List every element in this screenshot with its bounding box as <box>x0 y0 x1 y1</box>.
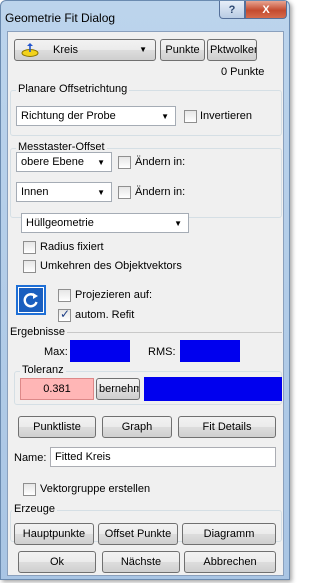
diagram-button[interactable]: Diagramm <box>182 523 276 545</box>
feature-type-value: Kreis <box>53 44 79 56</box>
rms-value-box <box>180 340 240 362</box>
change-2-checkbox[interactable] <box>118 186 131 199</box>
radius-fixed-checkbox[interactable] <box>23 241 36 254</box>
refit-button[interactable] <box>16 285 46 315</box>
reverse-vector-checkbox[interactable] <box>23 260 36 273</box>
invert-label: Invertieren <box>200 110 252 122</box>
auto-refit-label: autom. Refit <box>75 309 135 321</box>
feature-type-combo[interactable]: Kreis ▼ <box>14 39 156 61</box>
change-1-label: Ändern in: <box>135 156 186 168</box>
next-button[interactable]: Nächste <box>102 551 180 573</box>
rms-label: RMS: <box>148 346 176 358</box>
create-group-title: Erzeuge <box>12 503 57 515</box>
title-bar[interactable]: Geometrie Fit Dialog ? X <box>1 1 289 31</box>
probe-offset-combo-2[interactable]: Innen ▼ <box>16 182 112 202</box>
circle-feature-icon <box>21 43 39 57</box>
close-button[interactable]: X <box>245 1 287 19</box>
chevron-down-icon: ▼ <box>97 188 105 197</box>
max-label: Max: <box>44 346 68 358</box>
window-title: Geometrie Fit Dialog <box>5 11 116 25</box>
chevron-down-icon: ▼ <box>161 112 169 121</box>
change-1-checkbox[interactable] <box>118 156 131 169</box>
tolerance-input[interactable]: 0.381 <box>20 378 94 400</box>
hull-geometry-combo[interactable]: Hüllgeometrie ▼ <box>21 213 189 233</box>
vector-group-label: Vektorgruppe erstellen <box>40 483 151 495</box>
reverse-vector-label: Umkehren des Objektvektors <box>40 260 182 272</box>
fit-details-button[interactable]: Fit Details <box>178 416 276 438</box>
ok-button[interactable]: Ok <box>18 551 96 573</box>
max-value-box <box>70 340 130 362</box>
project-label: Projezieren auf: <box>75 289 153 301</box>
points-count: 0 Punkte <box>221 66 265 78</box>
help-button[interactable]: ? <box>219 1 245 19</box>
hull-geometry-value: Hüllgeometrie <box>26 217 94 229</box>
probe-offset-value-2: Innen <box>21 186 49 198</box>
probe-offset-value-1: obere Ebene <box>21 156 84 168</box>
offset-direction-group-title: Planare Offsetrichtung <box>16 83 130 95</box>
vector-group-checkbox[interactable] <box>23 483 36 496</box>
tolerance-label: Toleranz <box>20 364 66 376</box>
auto-refit-checkbox[interactable] <box>58 307 71 322</box>
chevron-down-icon: ▼ <box>174 219 182 228</box>
name-label: Name: <box>14 452 47 464</box>
offset-points-button[interactable]: Offset Punkte <box>98 523 178 545</box>
chevron-down-icon: ▼ <box>97 158 105 167</box>
apply-tolerance-button[interactable]: bernehmı <box>96 378 140 400</box>
name-input[interactable]: Fitted Kreis <box>50 447 276 467</box>
main-points-button[interactable]: Hauptpunkte <box>14 523 94 545</box>
refresh-icon <box>19 288 43 312</box>
results-group-title: Ergebnisse <box>8 326 68 338</box>
dialog-window: Geometrie Fit Dialog ? X Kreis ▼ Punkte … <box>0 0 290 580</box>
offset-direction-combo[interactable]: Richtung der Probe ▼ <box>16 106 176 126</box>
point-cloud-button[interactable]: Pktwolker <box>207 39 257 61</box>
probe-offset-combo-1[interactable]: obere Ebene ▼ <box>16 152 112 172</box>
invert-checkbox[interactable] <box>184 110 197 123</box>
project-checkbox[interactable] <box>58 289 71 302</box>
offset-direction-value: Richtung der Probe <box>21 110 116 122</box>
chevron-down-icon: ▼ <box>139 45 147 54</box>
cancel-button[interactable]: Abbrechen <box>184 551 276 573</box>
radius-fixed-label: Radius fixiert <box>40 241 104 253</box>
change-2-label: Ändern in: <box>135 186 186 198</box>
tolerance-result-box <box>144 377 282 401</box>
graph-button[interactable]: Graph <box>102 416 172 438</box>
points-button[interactable]: Punkte <box>160 39 205 61</box>
point-list-button[interactable]: Punktliste <box>18 416 96 438</box>
dialog-client-area: Kreis ▼ Punkte Pktwolker 0 Punkte Planar… <box>7 31 284 576</box>
